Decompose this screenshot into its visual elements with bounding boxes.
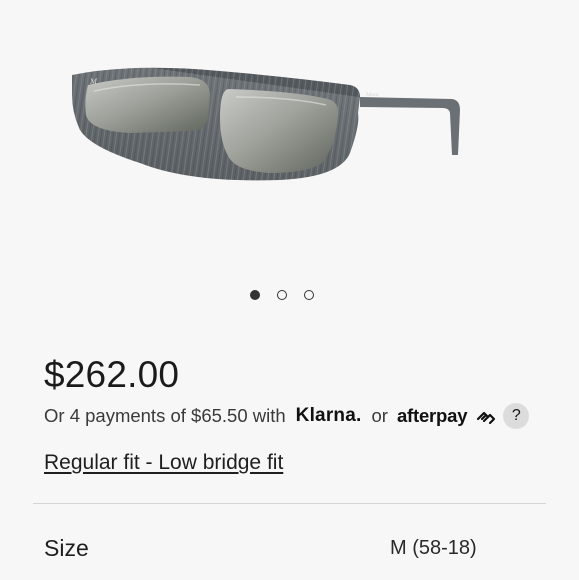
size-label: Size	[44, 535, 89, 561]
size-value[interactable]: M (58-18)	[390, 537, 477, 560]
payment-options: Or 4 payments of $65.50 with Klarna. or …	[44, 403, 530, 429]
svg-text:M: M	[89, 78, 98, 86]
afterpay-label: afterpay	[396, 405, 468, 426]
product-image[interactable]: M Maui	[60, 55, 480, 195]
carousel-dot-3[interactable]	[304, 290, 314, 300]
afterpay-arrows-icon	[477, 412, 496, 425]
svg-text:Maui: Maui	[365, 92, 379, 98]
payment-help-button[interactable]: ?	[503, 403, 530, 429]
klarna-logo[interactable]: Klarna.	[296, 405, 362, 427]
carousel-dots	[250, 290, 314, 300]
carousel-dot-1[interactable]	[250, 290, 260, 300]
product-price: $262.00	[44, 354, 180, 395]
or-text: or	[371, 405, 388, 426]
fit-info-link[interactable]: Regular fit - Low bridge fit	[44, 451, 283, 475]
carousel-dot-2[interactable]	[277, 290, 287, 300]
top-option-pills	[0, 0, 579, 4]
divider	[33, 503, 546, 504]
payments-text: Or 4 payments of $65.50 with	[44, 405, 286, 426]
afterpay-logo[interactable]: afterpay	[397, 405, 496, 427]
